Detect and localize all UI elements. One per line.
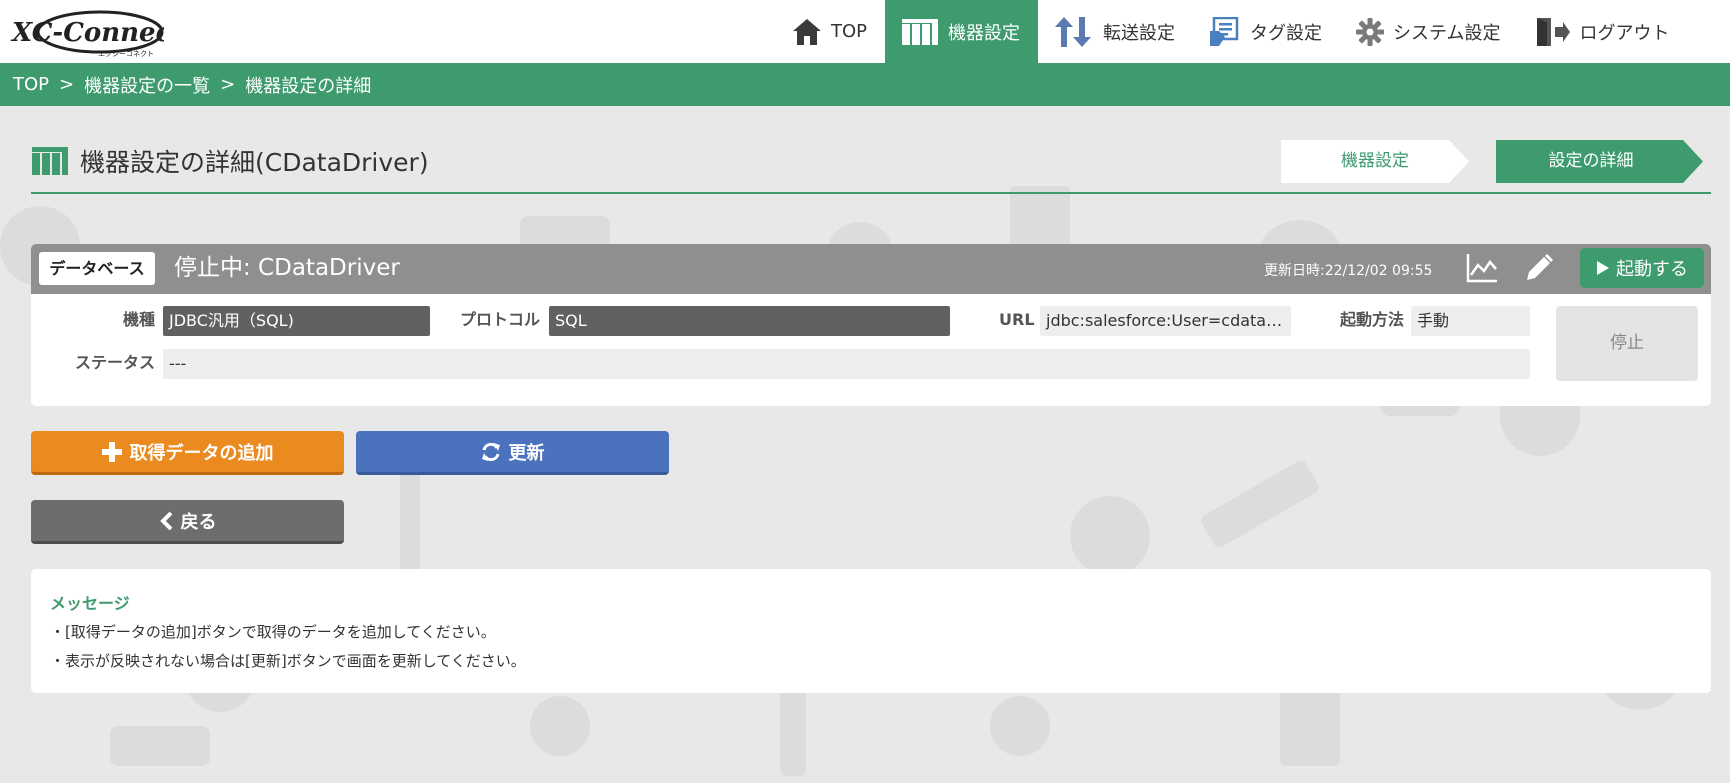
start-label: 起動する xyxy=(1616,259,1688,280)
startup-value: 手動 xyxy=(1411,306,1530,336)
add-data-button[interactable]: 取得データの追加 xyxy=(31,431,344,475)
start-button[interactable]: 起動する xyxy=(1580,248,1704,288)
refresh-label: 更新 xyxy=(508,442,545,464)
message-line: ・表示が反映されない場合は[更新]ボタンで画面を更新してください。 xyxy=(50,652,526,670)
step-label: 設定の詳細 xyxy=(1548,151,1634,171)
status-value: --- xyxy=(163,349,1530,379)
xc-connect-logo[interactable]: XC-Connect エクシーコネクト xyxy=(8,6,164,58)
url-value: jdbc:salesforce:User=cdata… xyxy=(1040,306,1291,336)
gear-icon xyxy=(1356,17,1385,46)
stop-button[interactable]: 停止 xyxy=(1556,306,1698,381)
nav-device-settings[interactable]: 機器設定 xyxy=(885,0,1039,63)
logout-icon xyxy=(1536,17,1570,46)
nav-label: タグ設定 xyxy=(1250,22,1323,44)
nav-transfer-settings[interactable]: 転送設定 xyxy=(1038,0,1193,63)
breadcrumb-device-detail: 機器設定の詳細 xyxy=(245,75,372,97)
nav-label: 機器設定 xyxy=(948,22,1021,44)
page-title: 機器設定の詳細(CDataDriver) xyxy=(80,148,429,177)
breadcrumb-top[interactable]: TOP xyxy=(13,74,49,95)
back-button[interactable]: 戻る xyxy=(31,500,344,544)
nav-top[interactable]: TOP xyxy=(776,0,885,63)
type-badge: データベース xyxy=(39,252,155,285)
nav-label: TOP xyxy=(831,21,868,42)
model-value: JDBC汎用（SQL) xyxy=(163,306,430,336)
device-icon xyxy=(32,147,68,175)
url-label: URL xyxy=(999,310,1035,329)
tag-icon xyxy=(1210,16,1239,46)
transfer-icon xyxy=(1055,16,1092,47)
add-data-label: 取得データの追加 xyxy=(129,442,274,464)
nav-logout[interactable]: ログアウト xyxy=(1519,0,1688,63)
protocol-value: SQL xyxy=(549,306,950,336)
refresh-button[interactable]: 更新 xyxy=(356,431,669,475)
nav-system-settings[interactable]: システム設定 xyxy=(1340,0,1518,63)
message-title: メッセージ xyxy=(50,594,130,613)
nav-label: システム設定 xyxy=(1393,22,1501,44)
nav-label: ログアウト xyxy=(1579,22,1670,44)
message-line: ・[取得データの追加]ボタンで取得のデータを追加してください。 xyxy=(50,623,496,641)
startup-label: 起動方法 xyxy=(1340,310,1405,329)
device-status-name: 停止中: CDataDriver xyxy=(174,255,400,281)
main-nav: TOP 機器設定 転送設定 タグ設定 システム設定 ログアウト xyxy=(776,0,1688,63)
breadcrumb-device-list[interactable]: 機器設定の一覧 xyxy=(84,72,210,98)
title-divider xyxy=(31,192,1711,194)
updated-timestamp: 更新日時:22/12/02 09:55 xyxy=(1264,263,1433,279)
svg-text:エクシーコネクト: エクシーコネクト xyxy=(98,50,154,58)
back-label: 戻る xyxy=(180,511,217,533)
nav-tag-settings[interactable]: タグ設定 xyxy=(1193,0,1340,63)
chevron-left-icon xyxy=(159,511,172,530)
pencil-icon[interactable] xyxy=(1524,253,1554,283)
play-icon xyxy=(1597,261,1609,275)
refresh-icon xyxy=(481,442,500,461)
status-label: ステータス xyxy=(75,353,156,372)
nav-label: 転送設定 xyxy=(1103,22,1176,44)
device-icon xyxy=(902,18,939,45)
model-label: 機種 xyxy=(123,310,156,329)
breadcrumb-separator: > xyxy=(220,74,236,95)
home-icon xyxy=(793,18,821,45)
svg-text:XC-Connect: XC-Connect xyxy=(10,18,164,48)
chart-icon[interactable] xyxy=(1466,253,1498,283)
plus-icon xyxy=(101,441,122,462)
breadcrumb-separator: > xyxy=(59,74,75,95)
step-label: 機器設定 xyxy=(1341,151,1409,171)
breadcrumb: TOP > 機器設定の一覧 > 機器設定の詳細 xyxy=(13,63,371,106)
protocol-label: プロトコル xyxy=(460,310,541,329)
